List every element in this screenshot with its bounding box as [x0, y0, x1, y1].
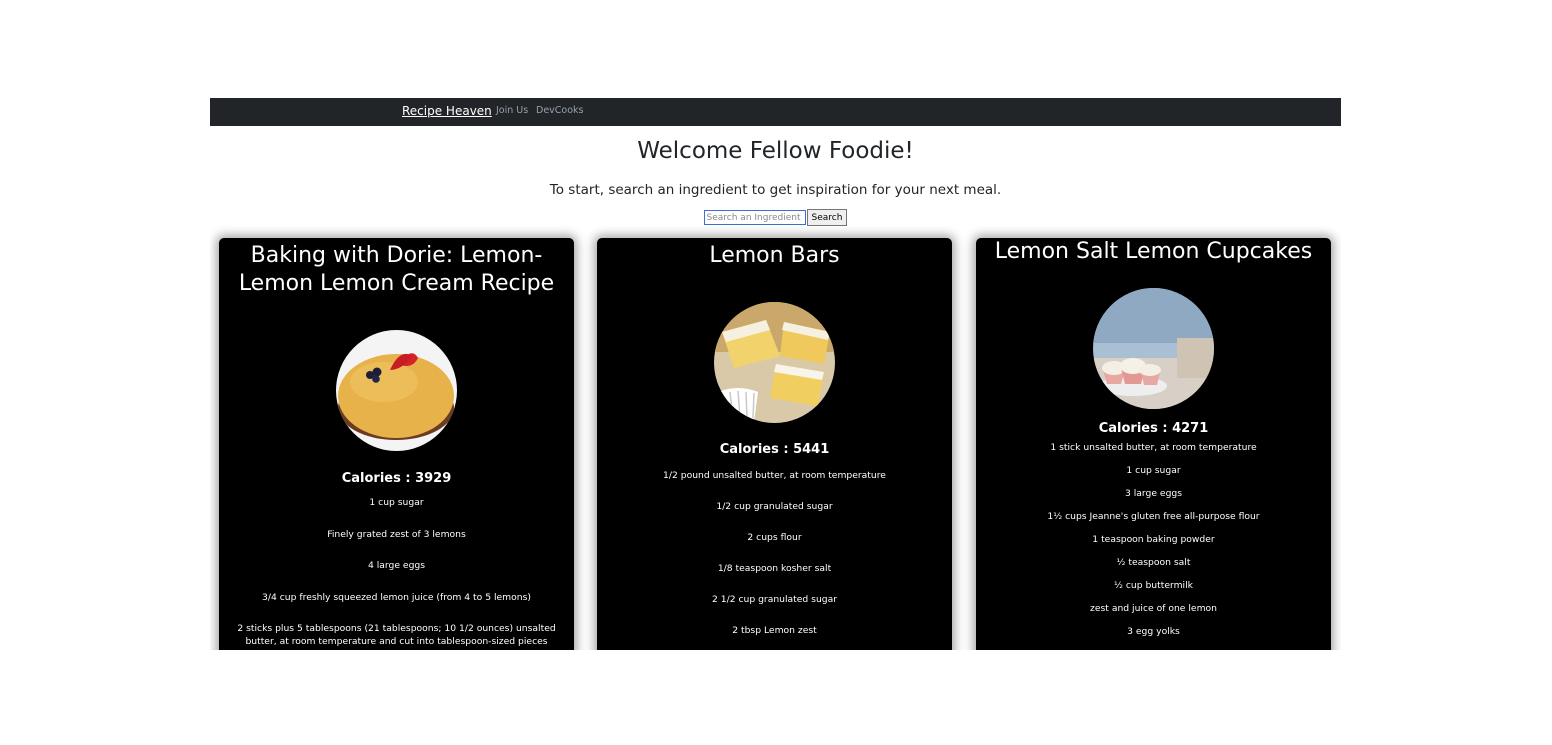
recipe-image [336, 330, 457, 451]
ingredient-item: 2 tbsp Lemon zest [732, 625, 817, 636]
recipe-image [1093, 288, 1214, 409]
ingredient-item: 3 large eggs [1124, 488, 1183, 499]
ingredient-item: 1/2 pound unsalted butter, at room tempe… [663, 470, 886, 481]
ingredient-item: 1 stick unsalted butter, at room tempera… [1050, 442, 1257, 453]
ingredient-item: zest and juice of one lemon [1090, 603, 1217, 614]
ingredient-item: ½ cup buttermilk [1114, 580, 1193, 591]
ingredient-item: 2 cups flour [747, 532, 802, 543]
recipe-title: Baking with Dorie: Lemon-Lemon Lemon Cre… [238, 243, 555, 296]
brand-link[interactable]: Recipe Heaven [402, 104, 492, 118]
search-input[interactable] [703, 210, 806, 225]
ingredient-item: Finely grated zest of 3 lemons [327, 528, 466, 540]
navbar: Recipe Heaven Join Us DevCooks [210, 98, 1341, 126]
recipe-calories: Calories : 3929 [341, 471, 452, 486]
recipe-calories: Calories : 4271 [1098, 421, 1209, 436]
recipe-title: Lemon Salt Lemon Cupcakes [994, 239, 1313, 264]
ingredient-item: 2 1/2 cup granulated sugar [711, 594, 838, 605]
ingredient-item: 4 large eggs [367, 560, 426, 571]
recipe-title: Lemon Bars [709, 243, 840, 268]
recipe-image [714, 302, 835, 423]
ingredient-item: ½ teaspoon salt [1116, 557, 1191, 568]
ingredient-item: 1/8 teaspoon kosher salt [717, 563, 832, 574]
ingredient-item: 2 sticks plus 5 tablespoons (21 tablespo… [237, 623, 556, 647]
recipe-card[interactable]: Lemon Bars Calories : 5441 1/2 pound uns… [597, 238, 952, 650]
search-button[interactable]: Search [806, 209, 848, 226]
ingredient-list: 1/2 pound unsalted butter, at room tempe… [597, 469, 952, 637]
ingredient-list: 1 stick unsalted butter, at room tempera… [976, 441, 1331, 638]
ingredient-item: 3/4 cup freshly squeezed lemon juice (fr… [262, 591, 531, 603]
recipe-calories: Calories : 5441 [719, 442, 830, 457]
ingredient-item: 1/2 cup granulated sugar [716, 501, 833, 512]
ingredient-item: 3 egg yolks [1127, 626, 1180, 637]
nav-link-devcooks[interactable]: DevCooks [536, 105, 584, 116]
nav-link-join-us[interactable]: Join Us [496, 105, 528, 116]
page-subtitle: To start, search an ingredient to get in… [549, 182, 1002, 198]
app-frame: Recipe Heaven Join Us DevCooks Welcome F… [210, 98, 1341, 650]
recipe-card[interactable]: Lemon Salt Lemon Cupcakes Calories : 427… [976, 238, 1331, 650]
ingredient-list: 1 cup sugar Finely grated zest of 3 lemo… [219, 496, 574, 648]
ingredient-item: 1 cup sugar [1126, 465, 1181, 476]
ingredient-item: 1 teaspoon baking powder [1092, 534, 1215, 545]
ingredient-item: 1½ cups Jeanne's gluten free all-purpose… [1047, 511, 1260, 522]
page-title: Welcome Fellow Foodie! [637, 138, 914, 164]
ingredient-item: 1 cup sugar [369, 497, 424, 508]
recipe-card[interactable]: Baking with Dorie: Lemon-Lemon Lemon Cre… [219, 238, 574, 650]
search-bar: Search [210, 209, 1341, 226]
